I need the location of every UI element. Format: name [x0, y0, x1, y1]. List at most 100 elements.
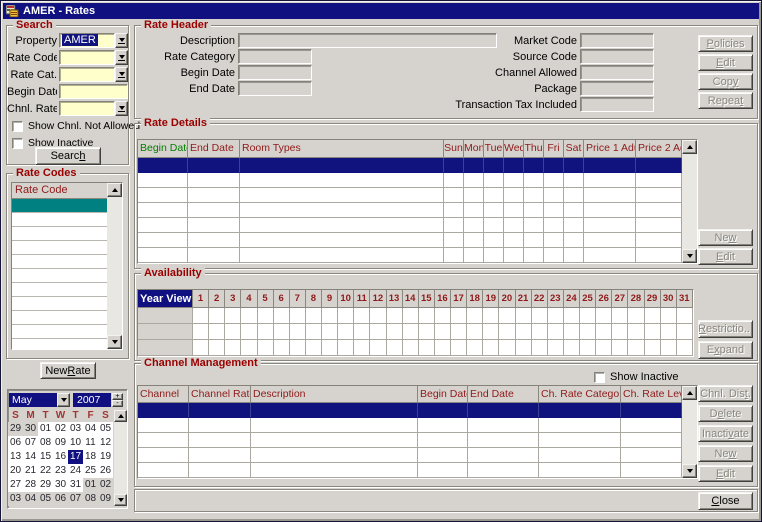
calendar-month-dropdown-button[interactable]: [57, 393, 70, 407]
availability-cell[interactable]: [612, 308, 628, 324]
availability-cell[interactable]: [306, 308, 322, 324]
calendar-day[interactable]: 09: [53, 436, 68, 450]
availability-cell[interactable]: [387, 340, 403, 356]
calendar-day[interactable]: 03: [68, 422, 83, 436]
calendar-day[interactable]: 04: [83, 422, 98, 436]
rate-details-row-selected[interactable]: [138, 158, 682, 173]
availability-cell[interactable]: [499, 340, 515, 356]
availability-cell[interactable]: [661, 324, 677, 340]
availability-cell[interactable]: [193, 308, 209, 324]
availability-cell[interactable]: [403, 324, 419, 340]
availability-cell[interactable]: [596, 308, 612, 324]
availability-cell[interactable]: [419, 308, 435, 324]
rate-codes-scrollbar-track[interactable]: [107, 197, 122, 335]
availability-cell[interactable]: [677, 308, 693, 324]
calendar-day[interactable]: 29: [38, 478, 53, 492]
availability-cell[interactable]: [225, 308, 241, 324]
availability-cell[interactable]: [387, 324, 403, 340]
availability-cell[interactable]: [516, 340, 532, 356]
calendar-day[interactable]: 30: [53, 478, 68, 492]
calendar-day[interactable]: 01: [83, 478, 98, 492]
rate-code-row[interactable]: [12, 297, 107, 311]
rate-details-new-button[interactable]: New: [698, 229, 753, 246]
availability-cell[interactable]: [209, 324, 225, 340]
chnl-dist-button[interactable]: Chnl. Dist.: [698, 385, 753, 402]
rate-header-edit-button[interactable]: Edit: [698, 54, 753, 71]
calendar-day[interactable]: 01: [38, 422, 53, 436]
channel-scrollbar[interactable]: [682, 386, 697, 478]
calendar-day[interactable]: 16: [53, 450, 68, 464]
calendar-scroll-up-button[interactable]: [114, 410, 127, 422]
availability-cell[interactable]: [322, 340, 338, 356]
calendar-scroll-down-button[interactable]: [114, 494, 127, 506]
rate-details-row[interactable]: [138, 218, 682, 233]
availability-cell[interactable]: [290, 340, 306, 356]
show-inactive-checkbox[interactable]: [12, 138, 23, 149]
calendar-day[interactable]: 15: [38, 450, 53, 464]
rate-code-row[interactable]: [12, 227, 107, 241]
availability-cell[interactable]: [645, 340, 661, 356]
availability-cell[interactable]: [677, 324, 693, 340]
availability-row[interactable]: [138, 340, 693, 356]
availability-cell[interactable]: [564, 340, 580, 356]
calendar-year-down-button[interactable]: -: [112, 400, 123, 407]
search-button[interactable]: Search: [35, 147, 101, 165]
availability-cell[interactable]: [580, 308, 596, 324]
availability-cell[interactable]: [354, 308, 370, 324]
availability-cell[interactable]: [193, 324, 209, 340]
rate-cat-field[interactable]: [59, 67, 115, 82]
availability-cell[interactable]: [241, 324, 257, 340]
availability-cell[interactable]: [258, 308, 274, 324]
rate-codes-list[interactable]: Rate Code: [11, 182, 123, 350]
availability-cell[interactable]: [338, 308, 354, 324]
delete-button[interactable]: Delete: [698, 405, 753, 422]
calendar-day[interactable]: 07: [23, 436, 38, 450]
channel-management-table[interactable]: ChannelChannel RateDescriptionBegin Date…: [137, 385, 698, 479]
availability-cell[interactable]: [435, 340, 451, 356]
calendar-day[interactable]: 24: [68, 464, 83, 478]
property-dropdown-button[interactable]: [115, 33, 128, 48]
rate-details-row[interactable]: [138, 173, 682, 188]
availability-cell[interactable]: [387, 308, 403, 324]
calendar-day[interactable]: 09: [98, 492, 113, 506]
calendar-day[interactable]: 04: [23, 492, 38, 506]
calendar-day[interactable]: 06: [53, 492, 68, 506]
availability-cell[interactable]: [193, 340, 209, 356]
availability-cell[interactable]: [354, 324, 370, 340]
rate-code-row[interactable]: [12, 213, 107, 227]
channel-scrollbar-down-button[interactable]: [682, 464, 697, 478]
availability-cell[interactable]: [322, 324, 338, 340]
calendar-day[interactable]: 29: [8, 422, 23, 436]
calendar-day[interactable]: 02: [98, 478, 113, 492]
calendar-day[interactable]: 02: [53, 422, 68, 436]
new-rate-button[interactable]: New Rate: [40, 362, 96, 379]
channel-row[interactable]: [138, 463, 682, 478]
availability-cell[interactable]: [274, 308, 290, 324]
rate-code-row[interactable]: [12, 339, 107, 350]
availability-cell[interactable]: [532, 340, 548, 356]
calendar-day[interactable]: 20: [8, 464, 23, 478]
availability-cell[interactable]: [354, 340, 370, 356]
calendar-day[interactable]: 28: [23, 478, 38, 492]
policies-button[interactable]: Policies: [698, 35, 753, 52]
availability-cell[interactable]: [209, 308, 225, 324]
channel-edit-button[interactable]: Edit: [698, 465, 753, 482]
availability-cell[interactable]: [628, 340, 644, 356]
rate-code-row[interactable]: [12, 283, 107, 297]
availability-cell[interactable]: [338, 340, 354, 356]
availability-cell[interactable]: [258, 340, 274, 356]
availability-cell[interactable]: [548, 324, 564, 340]
rate-code-row[interactable]: [12, 199, 107, 213]
expand-button[interactable]: Expand: [698, 341, 753, 359]
availability-cell[interactable]: [532, 308, 548, 324]
availability-cell[interactable]: [483, 308, 499, 324]
availability-cell[interactable]: [306, 324, 322, 340]
availability-cell[interactable]: [274, 340, 290, 356]
rate-code-dropdown-button[interactable]: [115, 50, 128, 65]
availability-cell[interactable]: [403, 340, 419, 356]
rate-code-row[interactable]: [12, 255, 107, 269]
availability-row[interactable]: [138, 324, 693, 340]
calendar-day[interactable]: 22: [38, 464, 53, 478]
property-field[interactable]: AMER: [59, 33, 115, 48]
availability-cell[interactable]: [532, 324, 548, 340]
